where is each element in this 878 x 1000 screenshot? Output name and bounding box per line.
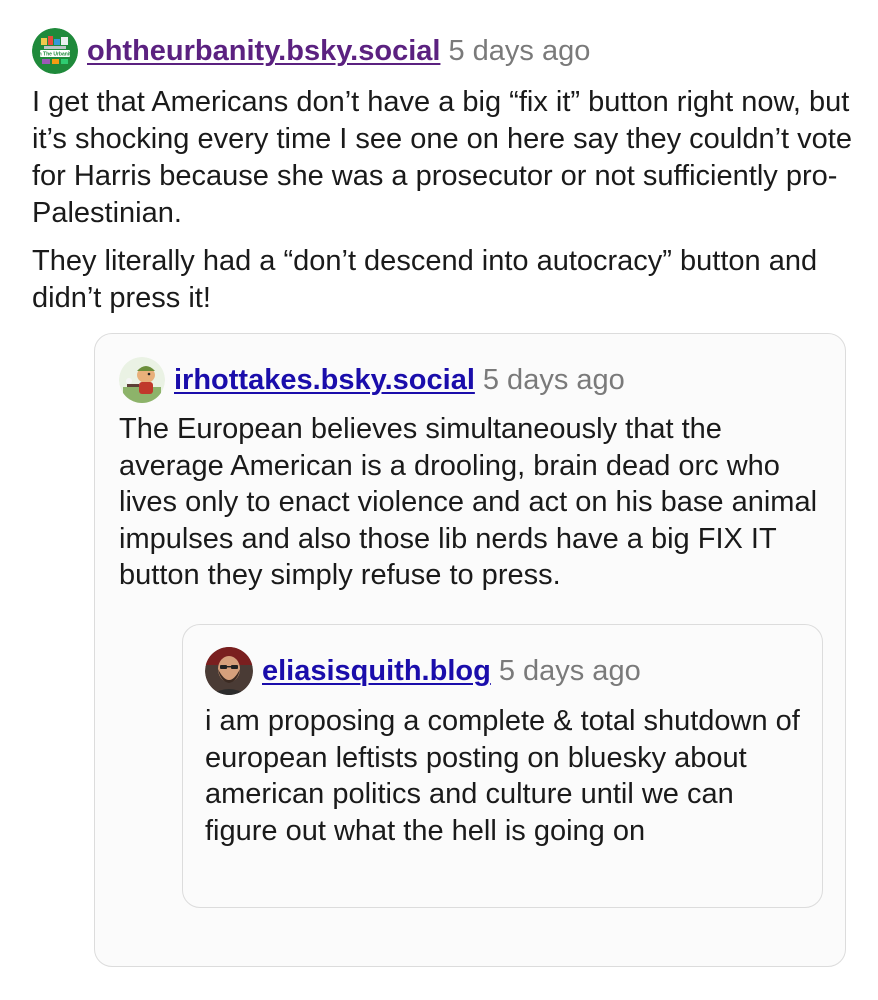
main-post-paragraph: They literally had a “don’t descend into… (32, 245, 818, 314)
cartoon-character-avatar-icon[interactable] (119, 357, 165, 403)
main-post-body: I get that Americans don’t have a big “f… (32, 84, 862, 317)
avatar-logo-text: Oh The Urbanity! (35, 52, 76, 58)
quoted-post-text: The European believes simultaneously tha… (119, 413, 818, 592)
quoted-author-handle-link[interactable]: irhottakes.bsky.social (174, 364, 475, 397)
quoted-post-header: irhottakes.bsky.social 5 days ago (119, 357, 819, 403)
main-post-header: Oh The Urbanity! ohtheurbanity.bsky.soci… (32, 28, 862, 74)
quoted-post-body: The European believes simultaneously tha… (119, 411, 819, 594)
quoted-post[interactable]: irhottakes.bsky.social 5 days ago The Eu… (94, 333, 846, 967)
nested-quoted-post-body: i am proposing a complete & total shutdo… (205, 703, 805, 849)
post-thread: Oh The Urbanity! ohtheurbanity.bsky.soci… (0, 0, 878, 1000)
nested-author-handle-link[interactable]: eliasisquith.blog (262, 655, 491, 688)
main-post-paragraph: I get that Americans don’t have a big “f… (32, 86, 852, 229)
main-post-timestamp[interactable]: 5 days ago (448, 35, 590, 68)
main-author-handle-link[interactable]: ohtheurbanity.bsky.social (87, 35, 440, 68)
nested-post-timestamp[interactable]: 5 days ago (499, 655, 641, 688)
nested-quoted-post[interactable]: eliasisquith.blog 5 days ago i am propos… (182, 624, 823, 908)
nested-quoted-post-text: i am proposing a complete & total shutdo… (205, 705, 800, 847)
nested-quoted-post-header: eliasisquith.blog 5 days ago (205, 647, 805, 695)
bearded-man-photo-avatar-icon[interactable] (205, 647, 253, 695)
main-post: Oh The Urbanity! ohtheurbanity.bsky.soci… (32, 28, 862, 317)
quoted-post-timestamp[interactable]: 5 days ago (483, 364, 625, 397)
oh-the-urbanity-logo-avatar-icon[interactable]: Oh The Urbanity! (32, 28, 78, 74)
